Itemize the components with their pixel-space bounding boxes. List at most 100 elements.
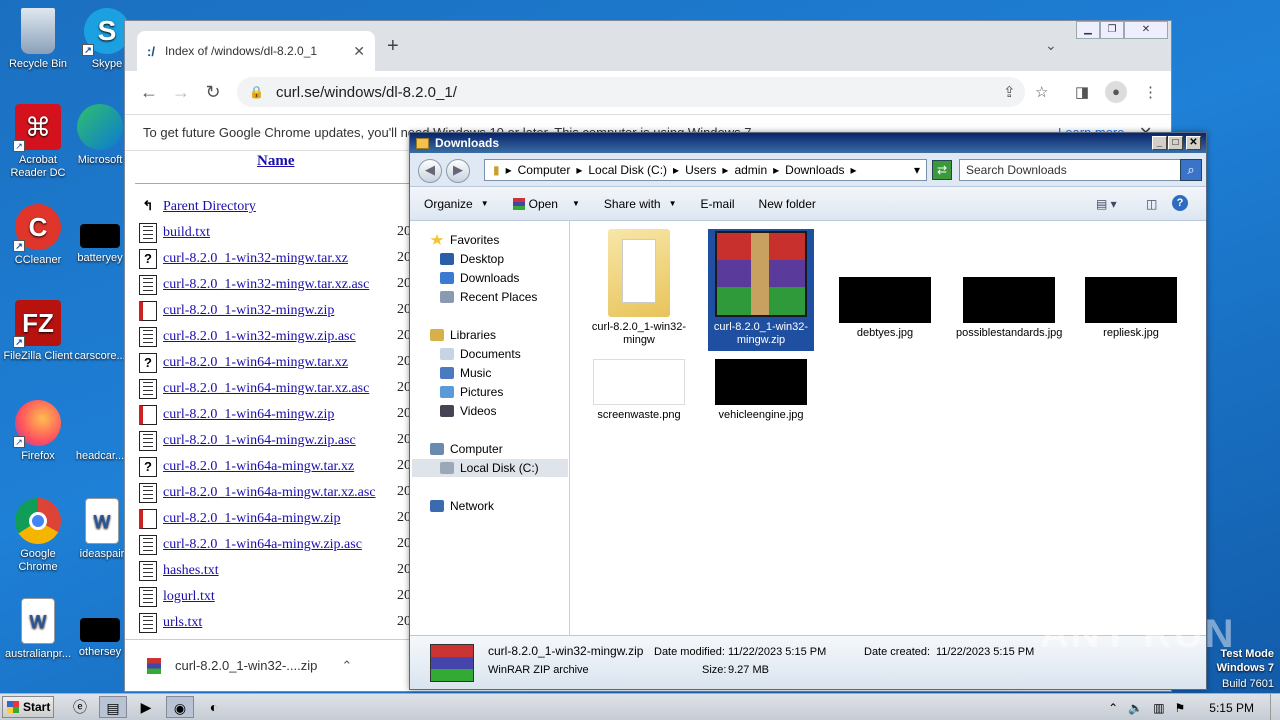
file-link[interactable]: urls.txt — [163, 615, 202, 631]
file-link[interactable]: curl-8.2.0_1-win64a-mingw.tar.xz — [163, 459, 354, 475]
file-link[interactable]: curl-8.2.0_1-win64-mingw.zip.asc — [163, 433, 356, 449]
back-arrow-icon[interactable]: ← — [135, 82, 163, 103]
ie-taskbar-icon[interactable]: ⓔ — [66, 696, 94, 718]
minimize-button[interactable]: _ — [1152, 136, 1167, 150]
breadcrumb[interactable]: ▮ ▸ Computer ▸ Local Disk (C:) ▸ Users ▸ ad… — [484, 159, 927, 181]
desktop-icon-othersey[interactable]: othersey — [72, 598, 128, 659]
file-link[interactable]: logurl.txt — [163, 589, 215, 605]
back-arrow-icon[interactable]: ◀ — [418, 159, 442, 183]
address-bar[interactable]: 🔒 curl.se/windows/dl-8.2.0_1/ — [237, 77, 1025, 107]
media-player-taskbar-icon[interactable]: ▶ — [132, 696, 160, 718]
start-button[interactable]: Start — [2, 696, 54, 718]
breadcrumb-downloads[interactable]: Downloads — [785, 163, 844, 177]
close-window-button[interactable]: ✕ — [1124, 21, 1168, 39]
refresh-icon[interactable]: ⇄ — [932, 160, 952, 180]
preview-pane-icon[interactable]: ◫ — [1146, 197, 1157, 211]
action-center-flag-icon[interactable]: ⚑ — [1175, 701, 1186, 715]
file-item-image[interactable]: repliesk.jpg — [1078, 277, 1184, 340]
file-link[interactable]: curl-8.2.0_1-win64a-mingw.zip — [163, 511, 341, 527]
show-desktop-button[interactable] — [1270, 694, 1280, 720]
desktop-icon-acrobat[interactable]: ⌘ ↗ Acrobat Reader DC — [0, 104, 76, 180]
file-item-image[interactable]: screenwaste.png — [586, 359, 692, 422]
desktop-icon-australianpr[interactable]: W australianpr... — [0, 598, 76, 661]
file-item-image[interactable]: debtyes.jpg — [832, 277, 938, 340]
view-options-icon[interactable]: ▤ ▾ — [1096, 197, 1117, 211]
nav-network[interactable]: Network — [430, 497, 494, 515]
show-hidden-icons-icon[interactable]: ⌃ — [1108, 701, 1118, 715]
file-item-image[interactable]: vehicleengine.jpg — [708, 359, 814, 422]
new-folder-button[interactable]: New folder — [759, 197, 816, 211]
desktop-icon-recycle-bin[interactable]: Recycle Bin — [0, 8, 76, 71]
breadcrumb-admin[interactable]: admin — [734, 163, 767, 177]
file-link[interactable]: Parent Directory — [163, 199, 256, 215]
new-tab-button[interactable]: + — [387, 35, 399, 58]
desktop-icon-ccleaner[interactable]: C ↗ CCleaner — [0, 204, 76, 267]
file-item-image[interactable]: possiblestandards.jpg — [956, 277, 1062, 340]
desktop-icon-ideaspair[interactable]: W ideaspair — [72, 498, 132, 561]
restore-button[interactable]: ❐ — [1100, 21, 1124, 39]
forward-arrow-icon[interactable]: ▶ — [446, 159, 470, 183]
explorer-taskbar-icon[interactable]: ▤ — [99, 696, 127, 718]
file-link[interactable]: curl-8.2.0_1-win64-mingw.tar.xz — [163, 355, 348, 371]
close-tab-icon[interactable]: ✕ — [353, 43, 365, 60]
chevron-down-icon[interactable]: ▾ — [914, 163, 920, 177]
desktop-icon-headcar[interactable]: headcar... — [72, 400, 128, 463]
chrome-taskbar-icon[interactable]: ◉ — [166, 696, 194, 718]
breadcrumb-users[interactable]: Users — [685, 163, 716, 177]
desktop-icon-edge[interactable]: Microsoft — [72, 104, 128, 167]
file-link[interactable]: curl-8.2.0_1-win32-mingw.tar.xz.asc — [163, 277, 369, 293]
reload-icon[interactable]: ↻ — [199, 82, 227, 103]
side-panel-icon[interactable]: ◨ — [1075, 83, 1089, 101]
file-item-folder[interactable]: curl-8.2.0_1-win32-mingw — [586, 229, 692, 347]
volume-icon[interactable]: 🔈 — [1128, 701, 1143, 715]
nav-libraries[interactable]: Libraries — [430, 326, 496, 344]
nav-pictures[interactable]: Pictures — [440, 383, 503, 401]
edge-taskbar-icon[interactable]: ◐ — [200, 696, 228, 718]
file-link[interactable]: curl-8.2.0_1-win64-mingw.tar.xz.asc — [163, 381, 369, 397]
forward-arrow-icon[interactable]: → — [167, 82, 195, 103]
open-button[interactable]: Open ▼ — [512, 197, 580, 211]
nav-recent[interactable]: Recent Places — [440, 288, 537, 306]
file-link[interactable]: curl-8.2.0_1-win64a-mingw.tar.xz.asc — [163, 485, 376, 501]
chevron-up-icon[interactable]: ⌃ — [341, 658, 352, 674]
file-link[interactable]: hashes.txt — [163, 563, 219, 579]
nav-music[interactable]: Music — [440, 364, 491, 382]
nav-desktop[interactable]: Desktop — [440, 250, 504, 268]
breadcrumb-computer[interactable]: Computer — [518, 163, 571, 177]
file-link[interactable]: curl-8.2.0_1-win64a-mingw.zip.asc — [163, 537, 362, 553]
name-column-header[interactable]: Name — [257, 153, 295, 170]
minimize-button[interactable]: ▁ — [1076, 21, 1100, 39]
maximize-button[interactable]: □ — [1168, 136, 1183, 150]
share-with-button[interactable]: Share with ▼ — [604, 197, 677, 211]
download-item-name[interactable]: curl-8.2.0_1-win32-....zip — [175, 658, 317, 673]
share-icon[interactable]: ⇪ — [1003, 83, 1016, 101]
nav-downloads[interactable]: Downloads — [440, 269, 519, 287]
file-link[interactable]: build.txt — [163, 225, 210, 241]
desktop-icon-filezilla[interactable]: FZ ↗ FileZilla Client — [0, 300, 76, 363]
bookmark-star-icon[interactable]: ☆ — [1035, 83, 1048, 101]
tab-search-chevron-icon[interactable]: ⌄ — [1045, 37, 1057, 54]
nav-local-disk[interactable]: Local Disk (C:) — [412, 459, 568, 477]
menu-kebab-icon[interactable]: ⋮ — [1143, 83, 1158, 101]
breadcrumb-localdisk[interactable]: Local Disk (C:) — [588, 163, 667, 177]
file-link[interactable]: curl-8.2.0_1-win32-mingw.zip — [163, 303, 334, 319]
file-link[interactable]: curl-8.2.0_1-win64-mingw.zip — [163, 407, 334, 423]
nav-computer[interactable]: Computer — [430, 440, 503, 458]
nav-documents[interactable]: Documents — [440, 345, 521, 363]
email-button[interactable]: E-mail — [701, 197, 735, 211]
network-icon[interactable]: ▥ — [1153, 701, 1164, 715]
clock[interactable]: 5:15 PM — [1209, 701, 1254, 715]
nav-videos[interactable]: Videos — [440, 402, 496, 420]
desktop-icon-firefox[interactable]: ↗ Firefox — [0, 400, 76, 463]
search-icon[interactable]: ⌕ — [1180, 159, 1202, 181]
file-link[interactable]: curl-8.2.0_1-win32-mingw.zip.asc — [163, 329, 356, 345]
desktop-icon-batteryey[interactable]: batteryey — [72, 204, 128, 265]
file-item-zip[interactable]: curl-8.2.0_1-win32-mingw.zip — [708, 229, 814, 351]
search-input[interactable]: Search Downloads — [959, 159, 1181, 181]
profile-avatar-icon[interactable]: ● — [1105, 81, 1127, 103]
desktop-icon-carscore[interactable]: carscore... — [72, 300, 128, 363]
close-window-button[interactable]: ✕ — [1186, 136, 1201, 150]
desktop-icon-chrome[interactable]: Google Chrome — [0, 498, 76, 574]
file-link[interactable]: curl-8.2.0_1-win32-mingw.tar.xz — [163, 251, 348, 267]
browser-tab[interactable]: :/ Index of /windows/dl-8.2.0_1 ✕ — [137, 31, 375, 71]
